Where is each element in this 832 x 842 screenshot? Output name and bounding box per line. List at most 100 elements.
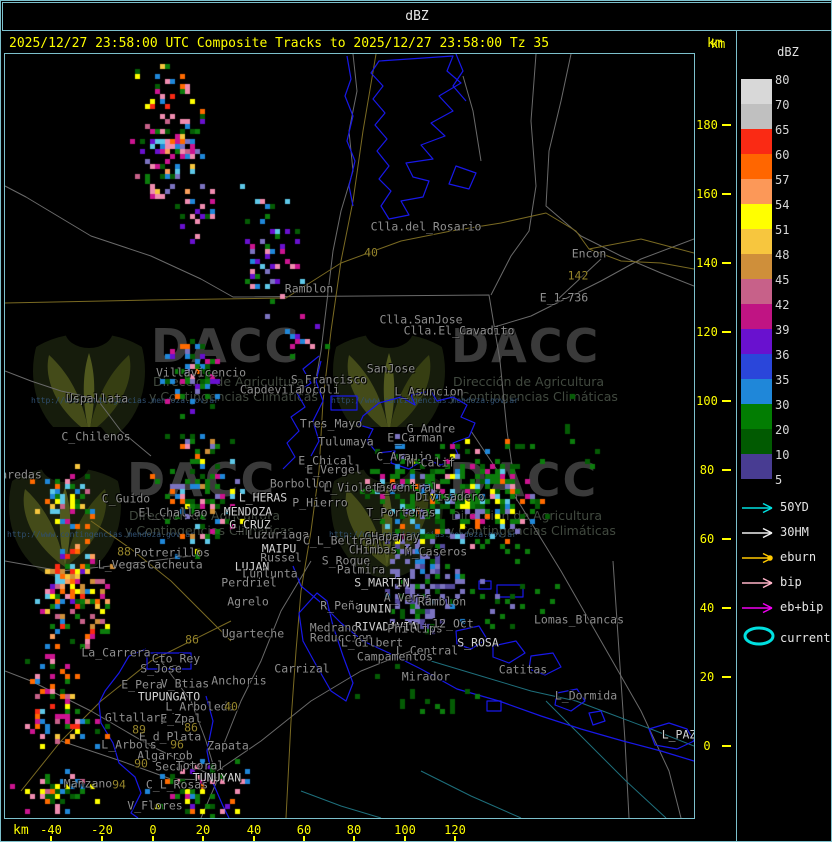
map-place-label: 12_Oct <box>432 616 474 631</box>
x-axis-tick-label: 40 <box>246 823 262 837</box>
x-axis-tick-label: 100 <box>394 823 416 837</box>
map-place-label: Catitas <box>498 662 548 677</box>
route-number-label: 89 <box>132 722 146 737</box>
x-axis-tick-label: -40 <box>40 823 62 837</box>
map-place-label: Palmira <box>336 562 386 577</box>
x-axis-tick-label: 0 <box>149 823 157 837</box>
dbz-scale-tick-label: 45 <box>775 273 790 287</box>
map-place-label: R_Peña <box>320 598 362 613</box>
x-axis-tick <box>454 836 456 841</box>
dbz-scale-tick-label: 42 <box>775 298 790 312</box>
map-place-label: L_Dormida <box>554 688 618 703</box>
dbz-scale-tick-label: 35 <box>775 373 790 387</box>
y-axis-tick <box>722 538 731 540</box>
map-place-label: E_1-736 <box>539 290 589 305</box>
x-axis-tick <box>202 836 204 841</box>
page-title: dBZ <box>405 9 429 24</box>
map-place-label: L_Gilbert <box>340 635 404 650</box>
dbz-scale-band <box>741 104 772 129</box>
map-place-label: El_Challao <box>138 505 208 520</box>
y-axis-tick-label: 160 <box>696 187 718 201</box>
y-axis-tick-label: 0 <box>703 739 711 753</box>
map-place-label: Clla.del_Rosario <box>370 219 482 234</box>
map-place-label: Campamentos <box>356 649 434 664</box>
route-number-label: 40 <box>224 699 238 714</box>
route-number-label: 90 <box>134 756 148 771</box>
x-axis-tick <box>353 836 355 841</box>
y-axis-tick <box>722 262 731 264</box>
map-place-label: Cacheuta <box>147 557 203 572</box>
legend-current-label: current <box>780 631 831 645</box>
legend-bip-icon <box>741 574 777 593</box>
y-axis-tick <box>722 124 731 126</box>
dbz-scale-tick-label: 65 <box>775 123 790 137</box>
y-axis-tick <box>722 676 731 678</box>
map-place-label: V_Btias <box>160 676 210 691</box>
x-axis-tick <box>253 836 255 841</box>
map-place-label: Zapata <box>207 738 249 753</box>
dbz-scale-band <box>741 329 772 354</box>
map-place-label: Clla.El_Cavadito <box>403 323 515 338</box>
y-axis-tick-label: 100 <box>696 394 718 408</box>
radar-app-window: dBZ 2025/12/27 23:58:00 UTC Composite Tr… <box>0 0 832 842</box>
map-place-label: Encon <box>571 246 607 261</box>
map-place-label: T_Porteñas <box>366 505 436 520</box>
dbz-scale-band <box>741 179 772 204</box>
x-axis-tick <box>50 836 52 841</box>
x-axis-unit-label: km <box>13 823 29 838</box>
map-place-label: C_Chilenos <box>61 429 131 444</box>
map-place-label: L_Asuncion <box>394 384 464 399</box>
map-place-label: Tres_Mayo <box>299 416 363 431</box>
map-place-label: La_Carrera <box>81 645 151 660</box>
x-axis-tick-label: 20 <box>195 823 211 837</box>
route-number-label: 142 <box>567 268 589 283</box>
legend-50YD-icon <box>741 499 777 518</box>
y-axis-tick <box>722 469 731 471</box>
dbz-scale-tick-label: 57 <box>775 173 790 187</box>
map-place-label: Luzuriaga <box>246 527 310 542</box>
x-axis-tick-label: 80 <box>346 823 362 837</box>
dbz-scale-tick-label: 10 <box>775 448 790 462</box>
dbz-scale-band <box>741 204 772 229</box>
route-number-label: 40 <box>364 245 378 260</box>
map-place-label: C_Guido <box>101 491 151 506</box>
map-place-label: Anchoris <box>211 673 267 688</box>
map-place-label: Ramblon <box>417 594 467 609</box>
dbz-scale-band <box>741 229 772 254</box>
scale-panel-border <box>736 30 737 841</box>
map-place-label: L_PAZ <box>661 727 695 742</box>
dbz-scale-tick-label: 30 <box>775 398 790 412</box>
legend-eburn-label: eburn <box>780 550 817 564</box>
y-axis-tick-label: 180 <box>696 118 718 132</box>
dbz-scale-band <box>741 129 772 154</box>
map-place-label: E_Vergel <box>306 462 362 477</box>
map-place-label: Villavicencio <box>155 365 247 380</box>
y-axis-tick-label: 140 <box>696 256 718 270</box>
dbz-scale-band <box>741 304 772 329</box>
map-place-label: SanJose <box>366 361 416 376</box>
dbz-scale-tick-label: 54 <box>775 198 790 212</box>
legend-50YD-label: 50YD <box>780 500 809 514</box>
map-place-label: M_Calif <box>406 455 456 470</box>
timestamp-text: 2025/12/27 23:58:00 UTC Composite Tracks… <box>9 36 550 51</box>
map-place-label: E_Carman <box>387 430 443 445</box>
y-axis-tick-label: 60 <box>699 532 715 546</box>
map-place-label: Carrizal <box>274 661 330 676</box>
x-axis-tick-label: 120 <box>444 823 466 837</box>
y-axis-tick-label: 20 <box>699 670 715 684</box>
x-axis-tick <box>101 836 103 841</box>
route-number-label: 96 <box>170 737 184 752</box>
radar-map[interactable]: DACCDirección de Agriculturay Contingenc… <box>4 53 695 819</box>
dbz-scale-tick-label: 39 <box>775 323 790 337</box>
y-axis-tick <box>722 193 731 195</box>
legend-eb+bip-label: eb+bip <box>780 600 824 614</box>
map-place-label: Agrelo <box>227 594 269 609</box>
map-place-label: C_L_Rosas <box>145 777 209 792</box>
legend-current-icon <box>741 624 777 652</box>
legend-eburn-icon <box>741 549 777 568</box>
route-number-label: 94 <box>112 777 126 792</box>
map-place-label: Mirador <box>401 669 451 684</box>
map-place-label: MENDOZA <box>223 504 273 519</box>
scale-title: dBZ <box>777 45 799 59</box>
map-place-label: Tulumaya <box>318 434 374 449</box>
